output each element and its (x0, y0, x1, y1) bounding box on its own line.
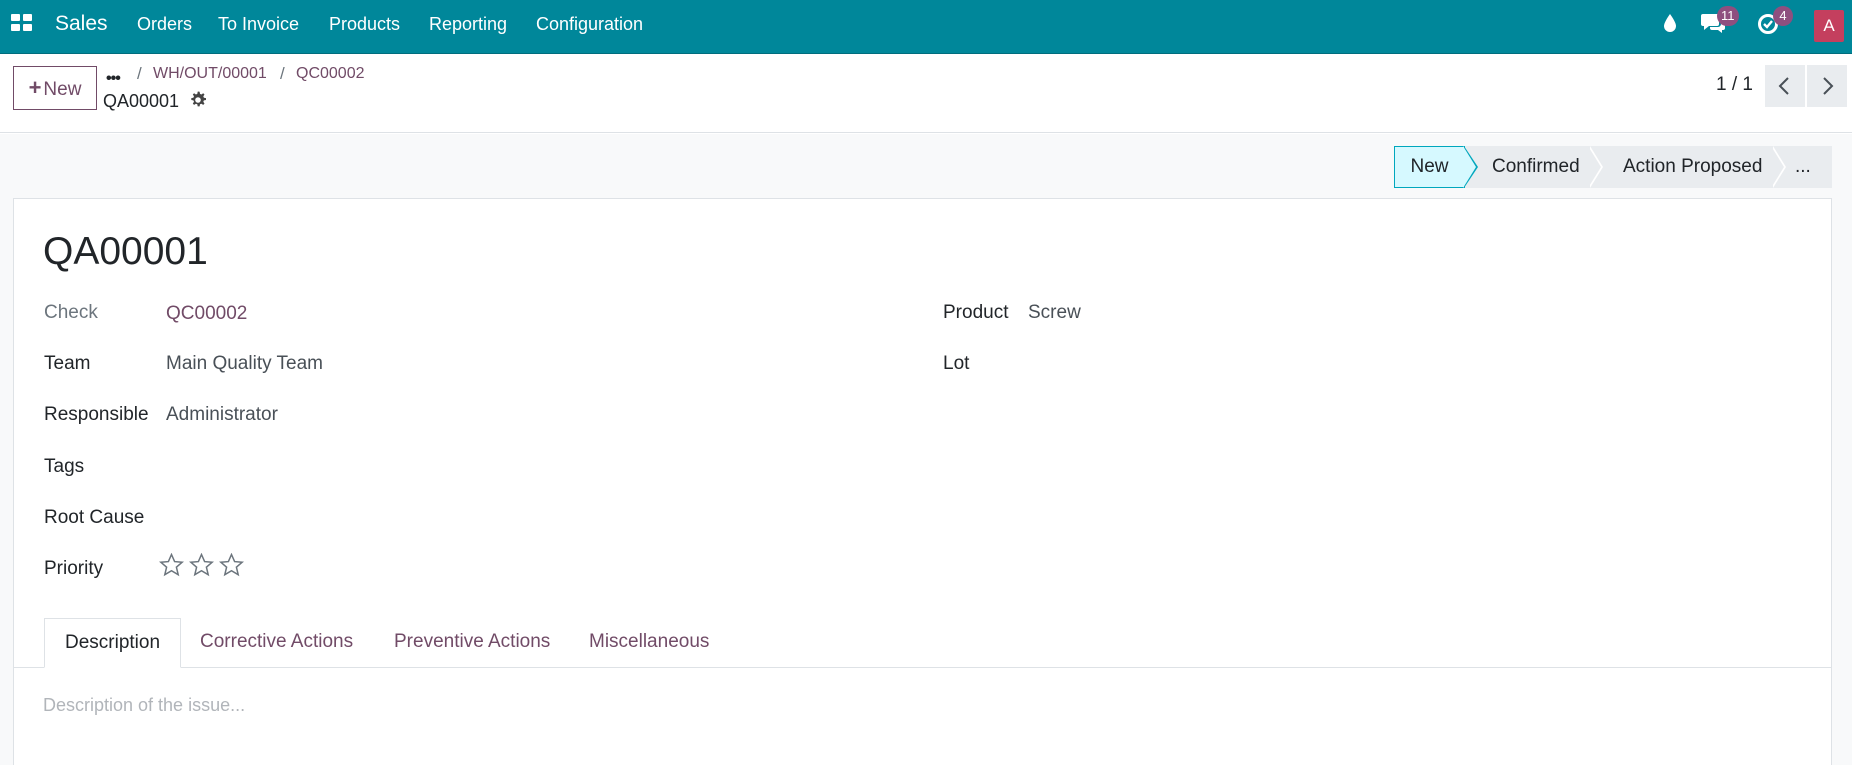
stage-action-proposed-label: Action Proposed (1623, 156, 1763, 177)
breadcrumb-more-icon[interactable]: ••• (106, 70, 121, 88)
top-navbar: Sales Orders To Invoice Products Reporti… (0, 0, 1852, 54)
priority-star-2[interactable] (188, 552, 215, 582)
tab-miscellaneous[interactable]: Miscellaneous (589, 618, 709, 668)
tab-preventive-actions[interactable]: Preventive Actions (394, 618, 550, 668)
breadcrumb-separator: / (137, 64, 142, 83)
team-label: Team (44, 353, 91, 374)
tab-corrective-actions[interactable]: Corrective Actions (200, 618, 353, 668)
record-title: QA00001 (43, 230, 208, 273)
chevron-right-icon (1823, 77, 1834, 95)
chevron-left-icon (1778, 77, 1789, 95)
breadcrumb-delivery[interactable]: WH/OUT/00001 (153, 65, 267, 83)
stage-new[interactable]: New (1394, 146, 1465, 188)
stage-action-proposed[interactable]: Action Proposed (1588, 146, 1773, 188)
responsible-label: Responsible (44, 404, 149, 425)
stage-more[interactable]: ... (1771, 146, 1832, 188)
stage-confirmed[interactable]: Confirmed (1463, 146, 1590, 188)
gear-icon[interactable] (189, 91, 207, 109)
control-panel: + New ••• / WH/OUT/00001 / QC00002 QA0000… (0, 54, 1852, 133)
stage-more-label: ... (1795, 156, 1811, 177)
form-sheet (13, 198, 1832, 765)
team-field[interactable]: Main Quality Team (166, 353, 323, 375)
messages-badge: 11 (1717, 6, 1739, 26)
menu-reporting[interactable]: Reporting (429, 14, 507, 35)
app-name[interactable]: Sales (55, 12, 108, 36)
root-cause-label: Root Cause (44, 507, 145, 528)
menu-products[interactable]: Products (329, 14, 400, 35)
product-label: Product (943, 302, 1009, 323)
breadcrumb-current: QA00001 (103, 91, 180, 111)
tab-description[interactable]: Description (44, 618, 182, 668)
stage-confirmed-label: Confirmed (1492, 156, 1580, 177)
priority-label: Priority (44, 558, 104, 579)
menu-configuration[interactable]: Configuration (536, 14, 643, 35)
user-avatar[interactable]: A (1814, 10, 1844, 42)
status-bar: New Confirmed Action Proposed ... (1394, 146, 1832, 188)
star-icon (218, 552, 245, 577)
check-value[interactable]: QC00002 (166, 303, 247, 325)
star-icon (188, 552, 215, 577)
breadcrumb-separator: / (280, 64, 285, 83)
pager-value[interactable]: 1 / 1 (1716, 74, 1753, 96)
menu-orders[interactable]: Orders (137, 14, 192, 35)
check-label: Check (44, 302, 98, 323)
pager-next-button[interactable] (1807, 65, 1847, 107)
activities-badge: 4 (1773, 6, 1793, 26)
lot-label: Lot (943, 353, 970, 374)
apps-grid-icon[interactable] (11, 14, 33, 32)
star-icon (158, 552, 185, 577)
new-button[interactable]: + New (13, 66, 97, 110)
responsible-field[interactable]: Administrator (166, 404, 278, 426)
breadcrumb-quality-check[interactable]: QC00002 (296, 65, 365, 83)
priority-star-1[interactable] (158, 552, 185, 582)
droplet-icon[interactable] (1662, 13, 1678, 38)
tags-label: Tags (44, 456, 85, 477)
pager-previous-button[interactable] (1765, 65, 1805, 107)
product-field[interactable]: Screw (1028, 302, 1081, 324)
menu-to-invoice[interactable]: To Invoice (218, 14, 299, 35)
description-field[interactable] (43, 690, 1803, 720)
new-button-label: New (43, 79, 82, 100)
priority-star-3[interactable] (218, 552, 245, 582)
